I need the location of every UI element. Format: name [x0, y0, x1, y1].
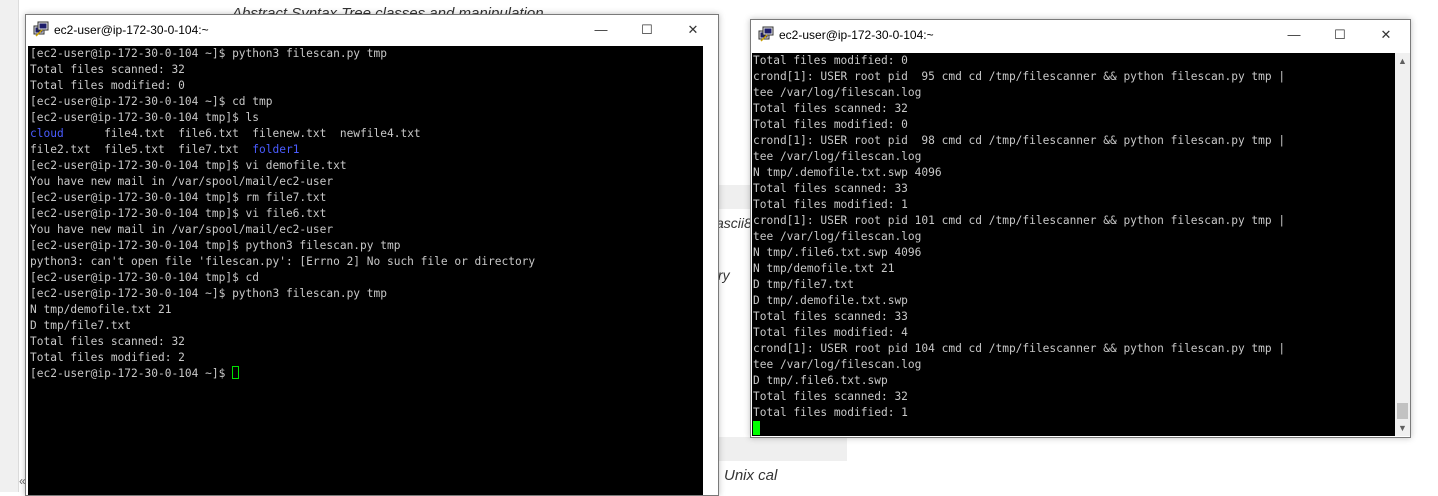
background-bottom-text: Unix cal [724, 467, 778, 484]
background-side-text: ry [718, 267, 730, 283]
terminal-line: D tmp/file7.txt [753, 278, 855, 291]
terminal-prompt-line[interactable]: [ec2-user@ip-172-30-0-104 ~]$ [30, 366, 703, 382]
terminal-line: You have new mail in /var/spool/mail/ec2… [30, 223, 334, 236]
file-entries: file4.txt file6.txt filenew.txt newfile4… [63, 127, 421, 140]
terminal-line: Total files modified: 0 [753, 54, 908, 67]
terminal-line: crond[1]: USER root pid 104 cmd cd /tmp/… [753, 342, 1286, 355]
terminal-line: [ec2-user@ip-172-30-0-104 tmp]$ ls [30, 111, 260, 124]
maximize-button[interactable]: ☐ [624, 15, 670, 44]
scroll-up-arrow-icon[interactable]: ▲ [1395, 53, 1410, 69]
terminal-line: crond[1]: USER root pid 101 cmd cd /tmp/… [753, 214, 1286, 227]
window-title: ec2-user@ip-172-30-0-104:~ [54, 23, 209, 37]
terminal-output[interactable]: Total files modified: 0 crond[1]: USER r… [752, 53, 1396, 436]
window-titlebar[interactable]: ec2-user@ip-172-30-0-104:~ — ☐ ✕ [26, 15, 718, 44]
scroll-down-arrow-icon[interactable]: ▼ [1395, 420, 1410, 436]
terminal-line: tee /var/log/filescan.log [753, 358, 922, 371]
terminal-line: [ec2-user@ip-172-30-0-104 tmp]$ cd [30, 271, 260, 284]
terminal-line: Total files scanned: 33 [753, 310, 908, 323]
terminal-line: Total files scanned: 32 [30, 63, 185, 76]
ls-output-row: cloud file4.txt file6.txt filenew.txt ne… [30, 126, 703, 142]
terminal-line: [ec2-user@ip-172-30-0-104 ~]$ python3 fi… [30, 287, 387, 300]
terminal-line: N tmp/.demofile.txt.swp 4096 [753, 166, 942, 179]
text-cursor [232, 366, 240, 379]
putty-terminal-icon [758, 26, 774, 42]
background-side-text: ascii8 [716, 215, 752, 231]
window-title: ec2-user@ip-172-30-0-104:~ [779, 28, 934, 42]
maximize-button[interactable]: ☐ [1317, 20, 1363, 49]
scrollbar-track[interactable] [703, 46, 717, 495]
terminal-line: D tmp/file7.txt [30, 319, 132, 332]
terminal-line: python3: can't open file 'filescan.py': … [30, 255, 536, 268]
terminal-line: N tmp/demofile.txt 21 [30, 303, 172, 316]
terminal-line: tee /var/log/filescan.log [753, 230, 922, 243]
minimize-button[interactable]: — [1271, 20, 1317, 49]
terminal-line: [ec2-user@ip-172-30-0-104 ~]$ cd tmp [30, 95, 273, 108]
terminal-line: [ec2-user@ip-172-30-0-104 tmp]$ vi file6… [30, 207, 327, 220]
terminal-line: Total files scanned: 32 [753, 102, 908, 115]
terminal-line: [ec2-user@ip-172-30-0-104 tmp]$ vi demof… [30, 159, 347, 172]
terminal-line: N tmp/demofile.txt 21 [753, 262, 895, 275]
terminal-line: Total files modified: 1 [753, 406, 908, 419]
terminal-line: crond[1]: USER root pid 98 cmd cd /tmp/f… [753, 134, 1286, 147]
terminal-line: Total files modified: 4 [753, 326, 908, 339]
terminal-line: You have new mail in /var/spool/mail/ec2… [30, 175, 334, 188]
minimize-button[interactable]: — [578, 15, 624, 44]
close-button[interactable]: ✕ [1363, 20, 1409, 49]
background-block [716, 185, 750, 209]
terminal-line: D tmp/.file6.txt.swp [753, 374, 888, 387]
terminal-prompt-line[interactable] [753, 421, 1396, 436]
shell-prompt: [ec2-user@ip-172-30-0-104 ~]$ [30, 367, 233, 380]
terminal-line: tee /var/log/filescan.log [753, 86, 922, 99]
terminal-line: N tmp/.file6.txt.swp 4096 [753, 246, 922, 259]
background-block [716, 437, 847, 461]
terminal-line: Total files modified: 1 [753, 198, 908, 211]
terminal-window-right[interactable]: ec2-user@ip-172-30-0-104:~ — ☐ ✕ Total f… [750, 19, 1411, 438]
terminal-line: [ec2-user@ip-172-30-0-104 tmp]$ rm file7… [30, 191, 327, 204]
terminal-line: Total files scanned: 32 [30, 335, 185, 348]
directory-entry: cloud [30, 127, 64, 140]
terminal-line: D tmp/.demofile.txt.swp [753, 294, 908, 307]
background-sidebar [0, 0, 19, 492]
terminal-line: Total files scanned: 32 [753, 390, 908, 403]
directory-entry: folder1 [252, 143, 300, 156]
terminal-window-left[interactable]: ec2-user@ip-172-30-0-104:~ — ☐ ✕ [ec2-us… [25, 14, 719, 496]
file-entries: file2.txt file5.txt file7.txt [30, 143, 253, 156]
window-titlebar[interactable]: ec2-user@ip-172-30-0-104:~ — ☐ ✕ [751, 20, 1410, 49]
ls-output-row: file2.txt file5.txt file7.txt folder1 [30, 142, 703, 158]
terminal-line: [ec2-user@ip-172-30-0-104 tmp]$ python3 … [30, 239, 401, 252]
text-cursor [753, 421, 760, 435]
scrollbar-track[interactable]: ▲ ▼ [1395, 53, 1410, 436]
terminal-output[interactable]: [ec2-user@ip-172-30-0-104 ~]$ python3 fi… [28, 46, 703, 495]
putty-terminal-icon [33, 21, 49, 37]
terminal-line: Total files scanned: 33 [753, 182, 908, 195]
terminal-line: Total files modified: 2 [30, 351, 185, 364]
scrollbar-thumb[interactable] [1397, 403, 1408, 419]
terminal-line: [ec2-user@ip-172-30-0-104 ~]$ python3 fi… [30, 47, 387, 60]
close-button[interactable]: ✕ [670, 15, 716, 44]
terminal-line: Total files modified: 0 [30, 79, 185, 92]
terminal-line: crond[1]: USER root pid 95 cmd cd /tmp/f… [753, 70, 1286, 83]
terminal-line: Total files modified: 0 [753, 118, 908, 131]
terminal-line: tee /var/log/filescan.log [753, 150, 922, 163]
